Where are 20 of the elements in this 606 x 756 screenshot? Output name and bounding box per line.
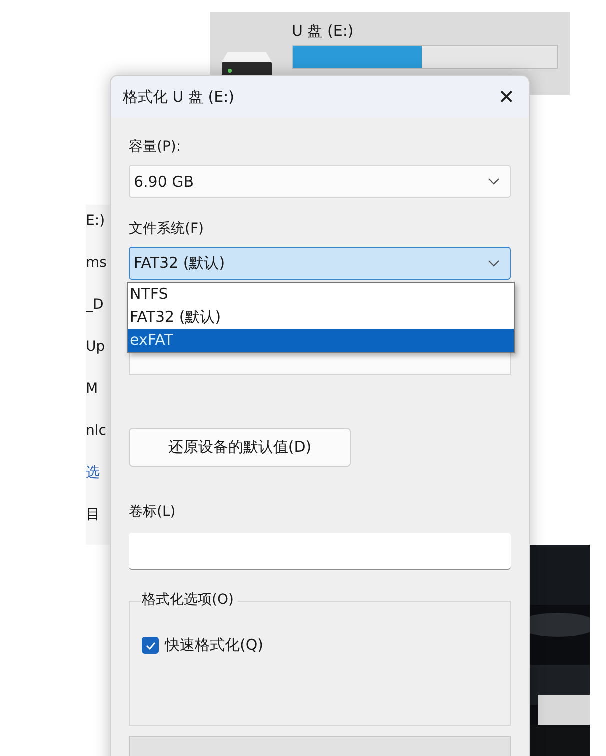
sidebar-item[interactable]: M bbox=[86, 381, 110, 397]
file-system-label: 文件系统(F) bbox=[129, 220, 204, 238]
file-system-dropdown[interactable]: FAT32 (默认) bbox=[129, 247, 511, 280]
dropdown-option[interactable]: exFAT bbox=[128, 329, 514, 352]
sidebar-item[interactable]: nlc bbox=[86, 423, 110, 439]
dropdown-option[interactable]: FAT32 (默认) bbox=[128, 306, 514, 329]
restore-defaults-button[interactable]: 还原设备的默认值(D) bbox=[129, 428, 351, 467]
capacity-label: 容量(P): bbox=[129, 138, 182, 156]
sidebar-item[interactable]: Up bbox=[86, 339, 110, 355]
sidebar-item[interactable]: 目 bbox=[86, 507, 110, 523]
group-legend: 格式化选项(O) bbox=[140, 591, 238, 609]
drive-name: U 盘 (E:) bbox=[292, 22, 355, 41]
sidebar-item[interactable]: E:) bbox=[86, 213, 110, 229]
dropdown-option[interactable]: NTFS bbox=[128, 283, 514, 306]
sidebar-item[interactable]: _D bbox=[86, 297, 110, 313]
volume-label-label: 卷标(L) bbox=[129, 503, 176, 521]
sidebar-item[interactable]: ms bbox=[86, 255, 110, 271]
capacity-dropdown[interactable]: 6.90 GB bbox=[129, 165, 511, 198]
checkbox-label: 快速格式化(Q) bbox=[165, 636, 264, 655]
sidebar-item[interactable]: 选 bbox=[86, 465, 110, 481]
